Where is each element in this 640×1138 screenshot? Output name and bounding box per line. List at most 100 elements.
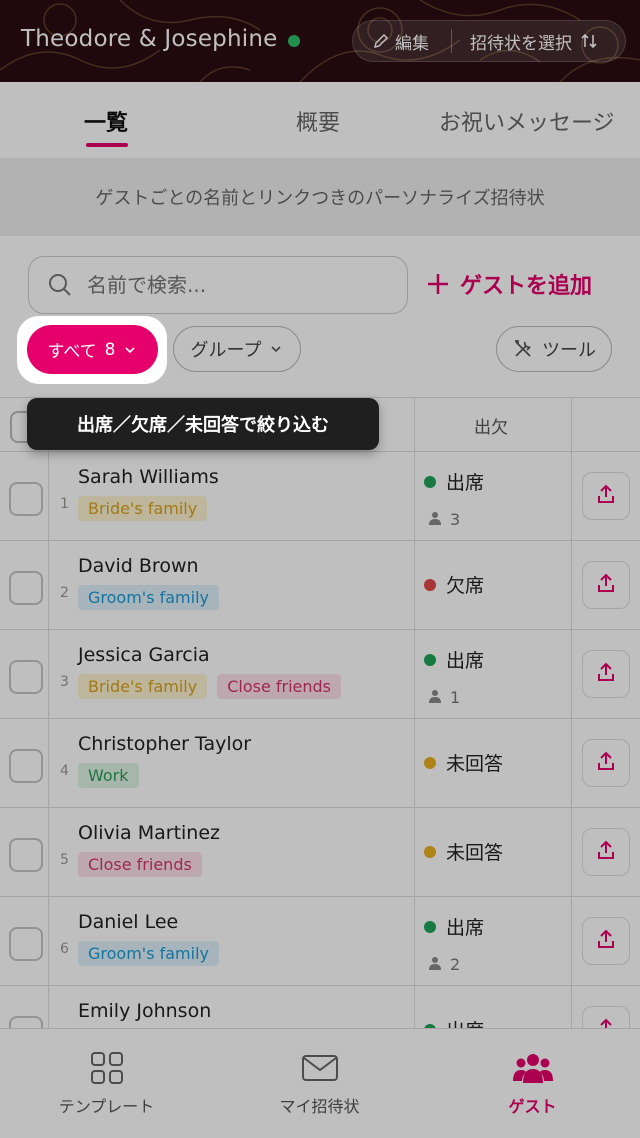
person-icon xyxy=(428,955,442,974)
tab-list[interactable]: 一覧 xyxy=(84,105,128,137)
table-row[interactable]: 2 David Brown Groom's family 欠席 xyxy=(0,541,640,630)
guest-tags: Bride's family Close friends xyxy=(78,674,342,699)
guest-name[interactable]: Emily Johnson xyxy=(78,1000,211,1022)
row-number: 3 xyxy=(60,674,69,690)
select-invitation-button[interactable]: 招待状を選択 xyxy=(452,29,598,54)
person-icon xyxy=(428,688,442,707)
status-dot xyxy=(424,578,436,591)
guest-name[interactable]: Jessica Garcia xyxy=(78,644,210,666)
grid-icon xyxy=(90,1052,123,1084)
tab-overview[interactable]: 概要 xyxy=(296,105,340,137)
group-tag: Close friends xyxy=(78,852,202,877)
tab-bar: 一覧 概要 お祝いメッセージ xyxy=(0,82,640,158)
subtitle-banner: ゲストごとの名前とリンクつきのパーソナライズ招待状 xyxy=(0,158,640,236)
attendance-column-header: 出欠 xyxy=(474,418,508,438)
chevron-down-icon xyxy=(271,346,282,353)
share-icon xyxy=(595,661,617,687)
attendance-status: 未回答 xyxy=(424,838,503,865)
attendance-status: 出席 xyxy=(424,468,484,495)
attendee-count: 1 xyxy=(428,688,460,707)
row-checkbox[interactable] xyxy=(9,838,43,872)
row-number: 1 xyxy=(60,496,69,512)
status-dot xyxy=(424,756,436,769)
attendance-label: 出席 xyxy=(446,650,485,672)
group-tag: Groom's family xyxy=(78,941,219,966)
group-tag: Groom's family xyxy=(78,585,219,610)
table-row[interactable]: 6 Daniel Lee Groom's family 出席 2 xyxy=(0,897,640,986)
edit-button[interactable]: 編集 xyxy=(353,29,451,54)
header-actions: 編集 招待状を選択 xyxy=(352,20,626,62)
group-filter[interactable]: グループ xyxy=(173,326,301,372)
attendance-status: 出席 xyxy=(424,646,484,673)
table-row[interactable]: 1 Sarah Williams Bride's family 出席 3 xyxy=(0,452,640,541)
table-row[interactable]: 5 Olivia Martinez Close friends 未回答 xyxy=(0,808,640,897)
tools-label: ツール xyxy=(542,340,596,361)
share-icon xyxy=(595,839,617,865)
guest-name[interactable]: Olivia Martinez xyxy=(78,822,220,844)
status-dot xyxy=(424,920,436,933)
guest-name[interactable]: David Brown xyxy=(78,555,199,577)
search-input[interactable] xyxy=(87,273,367,297)
bottom-navigation: テンプレート マイ招待状 ゲスト xyxy=(0,1028,640,1138)
nav-my-invitations[interactable]: マイ招待状 xyxy=(213,1029,426,1138)
guest-name[interactable]: Christopher Taylor xyxy=(78,733,251,755)
column-divider xyxy=(571,397,572,1037)
add-guest-label: ゲストを追加 xyxy=(460,274,593,299)
table-row[interactable]: 4 Christopher Taylor Work 未回答 xyxy=(0,719,640,808)
share-button[interactable] xyxy=(582,561,630,609)
group-filter-label: グループ xyxy=(190,340,262,361)
share-icon xyxy=(595,928,617,954)
guest-name[interactable]: Sarah Williams xyxy=(78,466,219,488)
attendance-label: 未回答 xyxy=(446,842,504,864)
guest-tags: Groom's family xyxy=(78,585,219,610)
row-checkbox[interactable] xyxy=(9,927,43,961)
envelope-icon xyxy=(301,1055,338,1081)
active-tab-indicator xyxy=(86,143,128,147)
share-button[interactable] xyxy=(582,472,630,520)
column-divider xyxy=(414,397,415,1037)
person-icon xyxy=(428,510,442,529)
share-button[interactable] xyxy=(582,650,630,698)
guest-tags: Bride's family xyxy=(78,496,208,521)
tools-button[interactable]: ツール xyxy=(496,326,612,372)
tab-messages[interactable]: お祝いメッセージ xyxy=(439,105,615,137)
table-row[interactable]: 3 Jessica Garcia Bride's family Close frien… xyxy=(0,630,640,719)
status-dot xyxy=(424,845,436,858)
group-tag: Work xyxy=(78,763,139,788)
nav-templates-label: テンプレート xyxy=(58,1097,155,1116)
share-button[interactable] xyxy=(582,917,630,965)
share-button[interactable] xyxy=(582,739,630,787)
group-tag: Bride's family xyxy=(78,674,208,699)
attendance-status: 欠席 xyxy=(424,571,484,598)
nav-my-invitations-label: マイ招待状 xyxy=(279,1097,360,1116)
share-button[interactable] xyxy=(582,828,630,876)
attendee-count-value: 3 xyxy=(450,510,461,529)
search-box[interactable] xyxy=(28,256,408,314)
people-icon xyxy=(512,1054,553,1083)
row-checkbox[interactable] xyxy=(9,482,43,516)
guest-list-screen: Theodore & Josephine 編集 招待状を選択 一覧 概要 お祝い… xyxy=(0,0,640,1138)
share-icon xyxy=(595,572,617,598)
attendee-count-value: 2 xyxy=(450,955,461,974)
attendee-count: 3 xyxy=(428,510,460,529)
app-header: Theodore & Josephine 編集 招待状を選択 xyxy=(0,0,640,82)
nav-guests[interactable]: ゲスト xyxy=(426,1029,639,1138)
row-checkbox[interactable] xyxy=(9,749,43,783)
attendance-status: 出席 xyxy=(424,913,484,940)
add-guest-button[interactable]: ゲストを追加 xyxy=(426,268,592,300)
guest-name[interactable]: Daniel Lee xyxy=(78,911,178,933)
all-filter-button[interactable]: すべて 8 xyxy=(27,325,158,374)
row-checkbox[interactable] xyxy=(9,571,43,605)
attendance-label: 出席 xyxy=(446,917,485,939)
attendance-label: 未回答 xyxy=(446,753,504,775)
nav-templates[interactable]: テンプレート xyxy=(0,1029,213,1138)
chevron-down-icon xyxy=(125,346,136,353)
sort-arrows-icon xyxy=(581,33,597,49)
row-checkbox[interactable] xyxy=(9,660,43,694)
guest-tags: Close friends xyxy=(78,852,202,877)
share-icon xyxy=(595,750,617,776)
guest-tags: Groom's family xyxy=(78,941,219,966)
edit-label: 編集 xyxy=(395,33,429,54)
group-tag: Bride's family xyxy=(78,496,208,521)
search-icon xyxy=(49,274,71,296)
